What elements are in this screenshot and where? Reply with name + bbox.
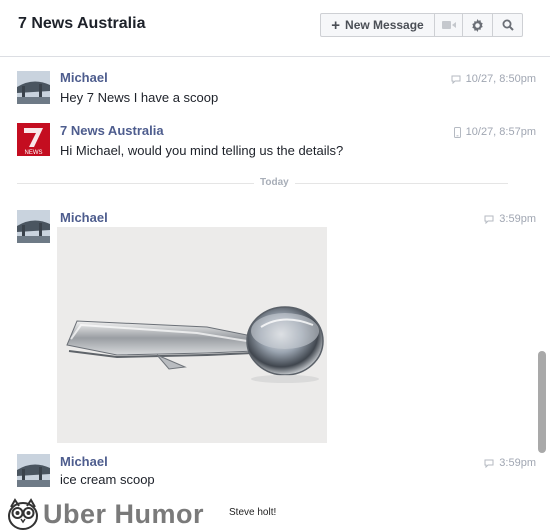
michael-avatar[interactable] — [17, 71, 50, 104]
logo-subtext: NEWS — [25, 150, 43, 156]
sender-name[interactable]: 7 News Australia — [60, 123, 164, 138]
new-message-label: New Message — [345, 18, 424, 32]
sender-name[interactable]: Michael — [60, 210, 108, 225]
seven-news-logo-icon: NEWS — [17, 123, 50, 156]
timestamp-text: 3:59pm — [499, 213, 536, 225]
sender-name[interactable]: Michael — [60, 454, 108, 469]
timestamp-text: 10/27, 8:50pm — [465, 73, 536, 85]
gear-icon — [472, 18, 483, 32]
owl-logo-icon — [8, 498, 38, 530]
message-text: Hi Michael, would you mind telling us th… — [60, 143, 344, 158]
conversation-title: 7 News Australia — [18, 15, 146, 32]
michael-avatar[interactable] — [17, 454, 50, 487]
watermark-brand: Uber Humor — [43, 499, 205, 529]
video-icon — [441, 21, 456, 29]
sender-name[interactable]: Michael — [60, 70, 108, 85]
conversation-scrollbar-thumb[interactable] — [538, 351, 546, 453]
timestamp-text: 10/27, 8:57pm — [465, 126, 536, 138]
ice-cream-scoop-photo[interactable] — [57, 227, 327, 443]
date-divider-label: Today — [254, 177, 295, 188]
seven-news-avatar[interactable]: NEWS — [17, 123, 50, 156]
bridge-photo-icon — [17, 454, 50, 487]
bridge-photo-icon — [17, 210, 50, 243]
search-button[interactable] — [493, 13, 523, 37]
mobile-phone-icon — [453, 126, 461, 138]
message-text: Hey 7 News I have a scoop — [60, 90, 219, 105]
timestamp-text: 3:59pm — [499, 457, 536, 469]
new-message-button[interactable]: + New Message — [320, 13, 435, 37]
video-call-button[interactable] — [435, 13, 463, 37]
message-timestamp: 3:59pm — [484, 213, 536, 225]
message-timestamp: 3:59pm — [484, 457, 536, 469]
message-text: ice cream scoop — [60, 472, 155, 487]
michael-avatar[interactable] — [17, 210, 50, 243]
chat-bubble-icon — [484, 459, 494, 468]
chat-bubble-icon — [451, 75, 461, 84]
watermark-caption: Steve holt! — [229, 507, 277, 518]
settings-button[interactable] — [463, 13, 493, 37]
bridge-photo-icon — [17, 71, 50, 104]
plus-icon: + — [331, 16, 341, 34]
conversation-header: 7 News Australia + New Message — [0, 0, 550, 57]
chat-bubble-icon — [484, 215, 494, 224]
message-timestamp: 10/27, 8:50pm — [451, 73, 536, 85]
header-toolbar: + New Message — [320, 13, 523, 37]
search-icon — [502, 19, 514, 31]
message-timestamp: 10/27, 8:57pm — [453, 126, 536, 138]
